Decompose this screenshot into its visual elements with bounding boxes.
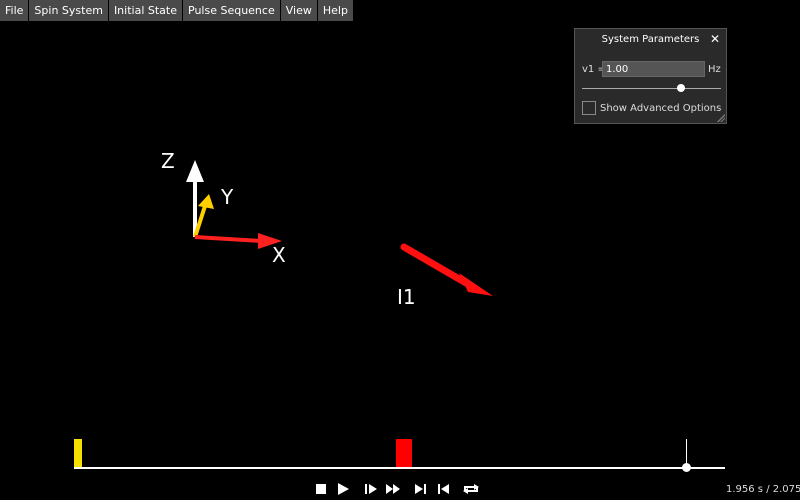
panel-title[interactable]: System Parameters [575, 29, 726, 51]
advanced-options-checkbox[interactable] [582, 101, 596, 115]
loop-icon[interactable] [460, 480, 482, 498]
menu-bar: File Spin System Initial State Pulse Seq… [0, 0, 353, 21]
v1-unit: Hz [708, 64, 721, 75]
menu-view[interactable]: View [280, 0, 317, 21]
skip-end-icon[interactable] [412, 480, 430, 498]
menu-spin-system[interactable]: Spin System [29, 0, 108, 21]
v1-slider-track[interactable] [582, 88, 721, 89]
timeline-track[interactable] [74, 467, 725, 469]
x-axis-arrow [194, 233, 282, 249]
z-axis-label: Z [161, 149, 175, 173]
menu-pulse-sequence[interactable]: Pulse Sequence [183, 0, 280, 21]
x-axis-label: X [272, 243, 286, 267]
menu-file[interactable]: File [0, 0, 29, 21]
magnetization-vector [400, 243, 493, 296]
v1-input[interactable] [602, 61, 705, 77]
advanced-options-label[interactable]: Show Advanced Options [600, 103, 721, 114]
timeline-scrubber-handle[interactable] [682, 463, 691, 472]
y-axis-label: Y [220, 185, 234, 209]
play-icon[interactable] [334, 480, 352, 498]
close-icon[interactable]: ✕ [710, 32, 720, 46]
resize-grip-icon[interactable] [717, 114, 725, 122]
fast-forward-icon[interactable] [384, 480, 402, 498]
time-readout: 1.956 s / 2.075 s [726, 484, 800, 495]
pulse-block-yellow[interactable] [74, 439, 82, 468]
skip-start-icon[interactable] [434, 480, 452, 498]
v1-slider-thumb[interactable] [677, 84, 685, 92]
vector-label: I1 [397, 285, 416, 309]
menu-initial-state[interactable]: Initial State [108, 0, 182, 21]
z-axis-arrow [186, 160, 204, 237]
y-axis-arrow [193, 194, 214, 238]
step-forward-icon[interactable] [362, 480, 380, 498]
system-parameters-panel: System Parameters ✕ v1 = Hz Show Advance… [574, 28, 727, 124]
menu-help[interactable]: Help [317, 0, 353, 21]
stop-icon[interactable] [312, 480, 330, 498]
pulse-block-red[interactable] [396, 439, 412, 468]
